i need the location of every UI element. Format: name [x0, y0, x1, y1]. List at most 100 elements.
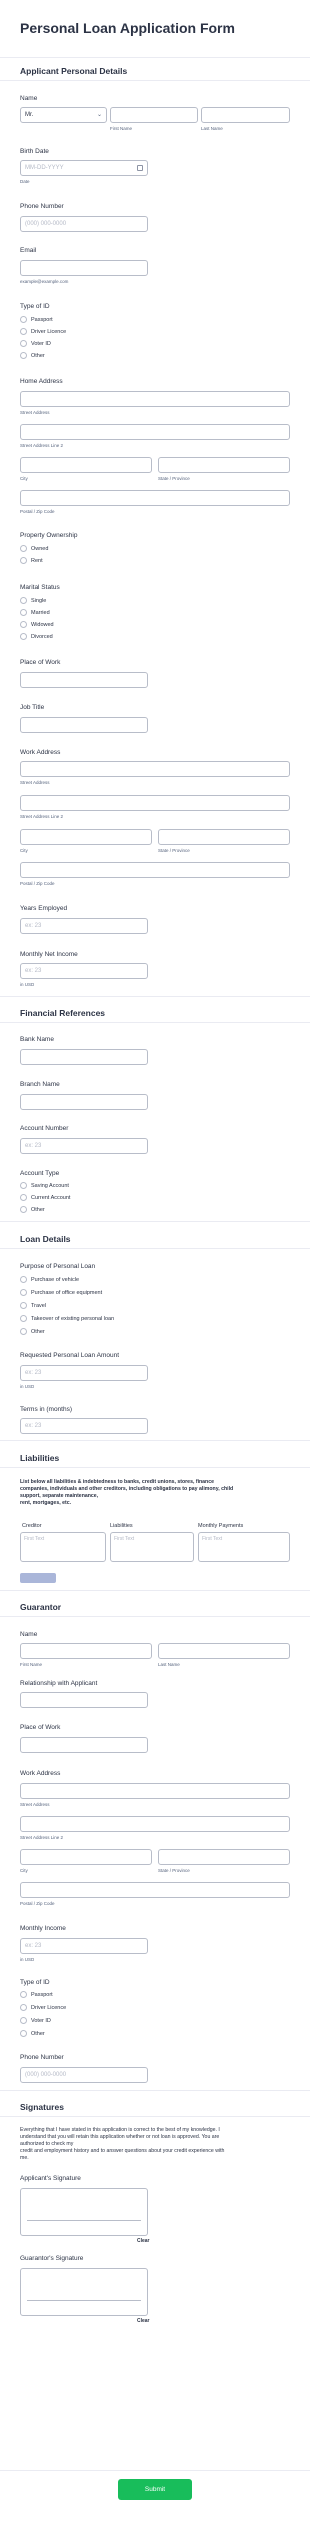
radio-circle[interactable] — [20, 352, 27, 359]
income-input[interactable]: ex: 23 — [20, 963, 148, 979]
radio-owned[interactable]: Owned — [20, 544, 48, 553]
guarantor-id-type-label: Type of ID — [20, 1979, 50, 1986]
radio-guarantor-passport[interactable]: Passport — [20, 1990, 53, 1999]
add-row-button[interactable] — [20, 1573, 56, 1583]
branch-name-input[interactable] — [20, 1094, 148, 1110]
creditor-cell-input[interactable]: First Text — [20, 1532, 106, 1562]
relationship-input[interactable] — [20, 1692, 148, 1708]
home-postal-input[interactable] — [20, 490, 290, 506]
home-city-input[interactable] — [20, 457, 152, 473]
loan-amount-input[interactable]: ex: 23 — [20, 1365, 148, 1381]
home-street2-input[interactable] — [20, 424, 290, 440]
submit-button[interactable]: Submit — [118, 2479, 192, 2500]
radio-account-other[interactable]: Other — [20, 1205, 45, 1214]
radio-circle[interactable] — [20, 2017, 27, 2024]
radio-circle[interactable] — [20, 597, 27, 604]
years-employed-input[interactable]: ex: 23 — [20, 918, 148, 934]
radio-guarantor-voter-id[interactable]: Voter ID — [20, 2016, 51, 2025]
work-street-input[interactable] — [20, 761, 290, 777]
guarantor-street2-input[interactable] — [20, 1816, 290, 1832]
radio-circle[interactable] — [20, 328, 27, 335]
radio-circle[interactable] — [20, 545, 27, 552]
radio-circle[interactable] — [20, 1315, 27, 1322]
radio-circle[interactable] — [20, 1328, 27, 1335]
radio-circle[interactable] — [20, 2004, 27, 2011]
guarantor-income-input[interactable]: ex: 23 — [20, 1938, 148, 1954]
radio-driver-licence[interactable]: Driver Licence — [20, 327, 66, 336]
radio-widowed[interactable]: Widowed — [20, 620, 54, 629]
radio-circle[interactable] — [20, 633, 27, 640]
radio-current-account[interactable]: Current Account — [20, 1193, 70, 1202]
applicant-signature-pad[interactable] — [20, 2188, 148, 2236]
radio-circle[interactable] — [20, 1302, 27, 1309]
radio-purchase-vehicle[interactable]: Purchase of vehicle — [20, 1275, 79, 1284]
radio-saving-account[interactable]: Saving Account — [20, 1181, 69, 1190]
signature-line — [27, 2220, 141, 2221]
radio-married[interactable]: Married — [20, 608, 50, 617]
radio-circle[interactable] — [20, 1991, 27, 1998]
radio-circle[interactable] — [20, 557, 27, 564]
radio-circle[interactable] — [20, 340, 27, 347]
radio-circle[interactable] — [20, 609, 27, 616]
terms-input[interactable]: ex: 23 — [20, 1418, 148, 1434]
radio-divorced[interactable]: Divorced — [20, 632, 53, 641]
work-state-input[interactable] — [158, 829, 290, 845]
birth-date-input[interactable]: MM-DD-YYYY — [20, 160, 148, 176]
guarantor-state-input[interactable] — [158, 1849, 290, 1865]
guarantor-postal-input[interactable] — [20, 1882, 290, 1898]
radio-circle[interactable] — [20, 1289, 27, 1296]
guarantor-phone-input[interactable]: (000) 000-0000 — [20, 2067, 148, 2083]
guarantor-last-name-input[interactable] — [158, 1643, 290, 1659]
monthly-payments-cell-input[interactable]: First Text — [198, 1532, 290, 1562]
account-number-input[interactable]: ex: 23 — [20, 1138, 148, 1154]
email-input[interactable] — [20, 260, 148, 276]
radio-single[interactable]: Single — [20, 596, 46, 605]
radio-circle[interactable] — [20, 316, 27, 323]
applicant-signature-clear-button[interactable]: Clear — [137, 2238, 150, 2244]
guarantor-place-of-work-input[interactable] — [20, 1737, 148, 1753]
radio-purpose-other[interactable]: Other — [20, 1327, 45, 1336]
guarantor-first-name-input[interactable] — [20, 1643, 152, 1659]
home-state-input[interactable] — [158, 457, 290, 473]
radio-passport[interactable]: Passport — [20, 315, 53, 324]
radio-guarantor-id-other[interactable]: Other — [20, 2029, 45, 2038]
first-name-input[interactable] — [110, 107, 198, 123]
relationship-label: Relationship with Applicant — [20, 1680, 98, 1687]
guarantor-income-sublabel: in USD — [20, 1957, 35, 1962]
section-title-financial: Financial References — [20, 1008, 106, 1018]
radio-id-other[interactable]: Other — [20, 351, 45, 360]
guarantor-street-input[interactable] — [20, 1783, 290, 1799]
calendar-icon[interactable] — [137, 165, 143, 171]
radio-circle[interactable] — [20, 621, 27, 628]
liabilities-cell-input[interactable]: First Text — [110, 1532, 194, 1562]
job-title-input[interactable] — [20, 717, 148, 733]
radio-circle[interactable] — [20, 1194, 27, 1201]
guarantor-city-input[interactable] — [20, 1849, 152, 1865]
radio-voter-id[interactable]: Voter ID — [20, 339, 51, 348]
radio-circle[interactable] — [20, 1182, 27, 1189]
radio-guarantor-driver-licence[interactable]: Driver Licence — [20, 2003, 66, 2012]
last-name-input[interactable] — [201, 107, 290, 123]
guarantor-signature-pad[interactable] — [20, 2268, 148, 2316]
work-street2-input[interactable] — [20, 795, 290, 811]
place-of-work-input[interactable] — [20, 672, 148, 688]
home-street-input[interactable] — [20, 391, 290, 407]
radio-purchase-office-equipment[interactable]: Purchase of office equipment — [20, 1288, 102, 1297]
radio-circle[interactable] — [20, 2030, 27, 2037]
guarantor-signature-clear-button[interactable]: Clear — [137, 2318, 150, 2324]
work-city-input[interactable] — [20, 829, 152, 845]
radio-circle[interactable] — [20, 1276, 27, 1283]
phone-input[interactable]: (000) 000-0000 — [20, 216, 148, 232]
name-prefix-select[interactable]: Mr. ⌄ — [20, 107, 107, 123]
work-address-label: Work Address — [20, 749, 61, 756]
work-postal-input[interactable] — [20, 862, 290, 878]
radio-circle[interactable] — [20, 1206, 27, 1213]
radio-takeover-loan[interactable]: Takeover of existing personal loan — [20, 1314, 114, 1323]
account-type-label: Account Type — [20, 1170, 60, 1177]
guarantor-state-sublabel: State / Province — [158, 1868, 190, 1873]
bank-name-input[interactable] — [20, 1049, 148, 1065]
work-city-sublabel: City — [20, 848, 28, 853]
radio-travel[interactable]: Travel — [20, 1301, 46, 1310]
radio-rent[interactable]: Rent — [20, 556, 43, 565]
account-number-label: Account Number — [20, 1125, 69, 1132]
